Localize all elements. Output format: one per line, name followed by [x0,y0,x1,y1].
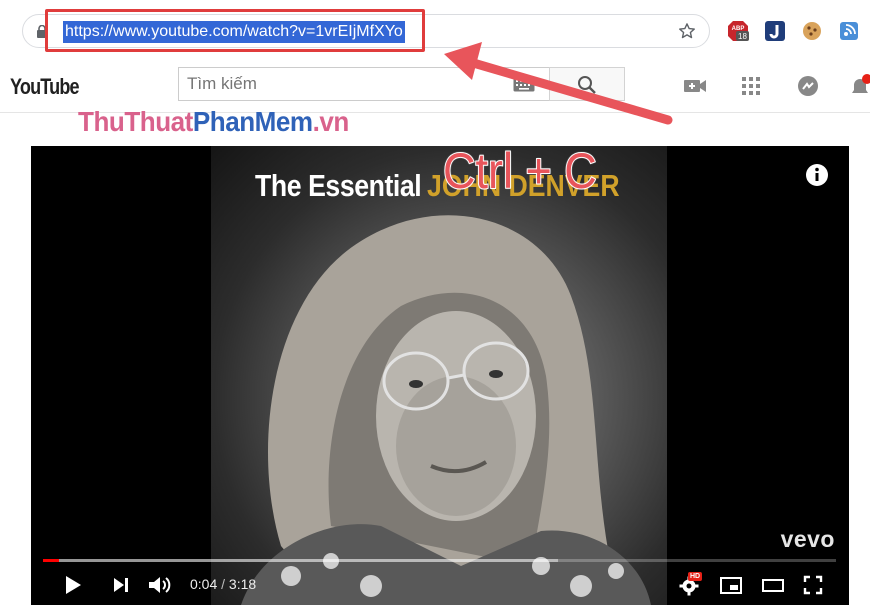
watermark-part-3: .vn [312,106,350,137]
video-player[interactable]: The Essential JOHN DENVER Ctrl + C vevo … [31,146,849,605]
time-display: 0:04 / 3:18 [190,576,256,592]
progress-bar[interactable] [43,559,836,562]
duration: 3:18 [228,576,257,592]
cover-title: The Essential [255,168,422,203]
fullscreen-icon[interactable] [802,574,824,596]
share-icon[interactable] [838,20,860,42]
vevo-logo: vevo [780,526,835,552]
create-video-icon[interactable] [682,74,708,98]
theater-mode-icon[interactable] [761,574,785,596]
portrait-illustration [241,215,651,605]
apps-grid-icon[interactable] [738,74,764,98]
youtube-logo[interactable]: YouTube [10,74,80,100]
time-separator: / [221,576,226,592]
notifications-bell-icon[interactable] [848,74,870,98]
current-time: 0:04 [190,576,218,592]
play-button[interactable] [62,574,84,596]
watermark-part-1: ThuThuat [78,106,193,137]
player-controls: 0:04 / 3:18 HD [31,566,849,605]
album-cover-image: The Essential JOHN DENVER [211,146,667,605]
chat-icon[interactable] [795,74,821,98]
progress-played [43,559,59,562]
watermark: ThuThuatPhanMem.vn [78,106,349,138]
progress-buffer [43,559,559,562]
bookmark-star-icon[interactable] [677,21,697,41]
cookie-icon[interactable] [801,20,823,42]
hd-badge: HD [688,572,703,581]
miniplayer-icon[interactable] [719,574,743,596]
url-highlight-box [45,9,425,52]
watermark-part-2: PhanMem [192,106,313,137]
adblock-icon[interactable]: ABP 18 [727,20,749,42]
adblock-badge: 18 [738,32,747,41]
j-extension-icon[interactable] [764,20,786,42]
info-icon[interactable] [805,163,829,187]
next-button[interactable] [111,574,131,596]
red-arrow-annotation [444,42,673,125]
volume-icon[interactable] [147,574,175,596]
ctrl-c-annotation: Ctrl + C [442,146,598,200]
